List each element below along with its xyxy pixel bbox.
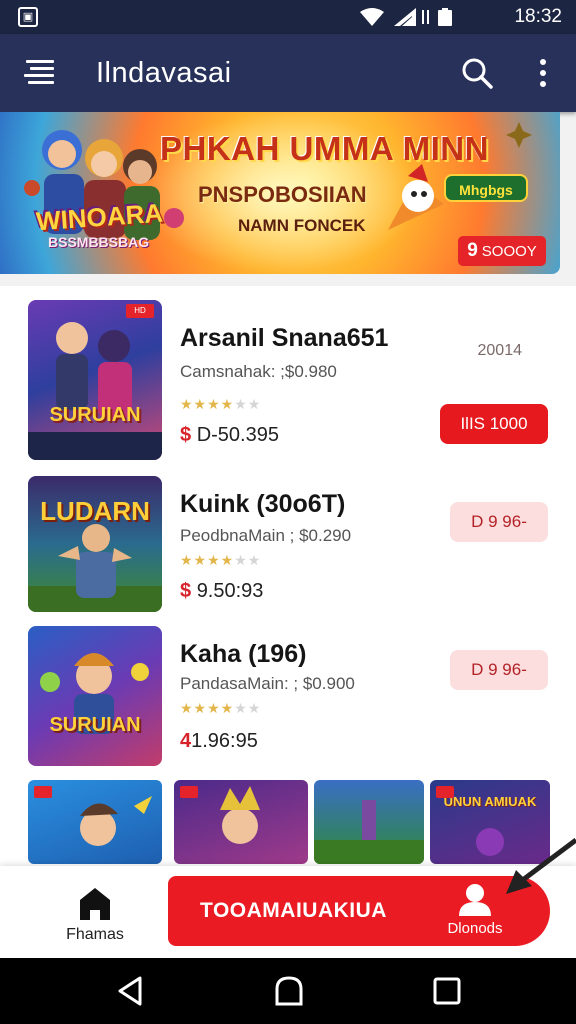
- mascot-art: [388, 164, 444, 230]
- banner-headline: PHKAH UMMA MINN: [160, 130, 489, 167]
- rating-stars: ★★★★★★: [180, 700, 262, 716]
- battery-icon: [438, 8, 452, 26]
- account-label: Dlonods: [447, 920, 503, 937]
- cta-label: TOOAMAIUAKIUA: [200, 899, 387, 922]
- game-price: 41.96:95: [180, 730, 258, 753]
- game-thumbnail[interactable]: HD SURUIAN: [28, 300, 162, 460]
- thumbnail-title: SURUIAN: [49, 404, 141, 426]
- banner-subheadline: PNSPOBOSIIAN: [198, 182, 367, 207]
- list-item[interactable]: HD SURUIAN Arsanil Snana651 Camsnahak: ;…: [28, 300, 548, 460]
- price-value: D-50.395: [196, 424, 279, 446]
- banner-price-text: SOOOY: [481, 243, 537, 260]
- bottom-nav: Fhamas TOOAMAIUAKIUA Dlonods: [0, 866, 576, 958]
- overflow-menu-icon[interactable]: [532, 56, 554, 90]
- promo-banner[interactable]: WINOARA BSSMBBSBAG PHKAH UMMA MINN PNSPO…: [0, 112, 560, 274]
- release-date: 20014: [477, 342, 523, 359]
- game-subtitle: PandasaMain: ; $0.900: [180, 674, 355, 693]
- tile-tag: [436, 786, 454, 798]
- game-subtitle: PeodbnaMain ; $0.290: [180, 526, 352, 545]
- search-icon[interactable]: [460, 56, 494, 90]
- banner-price-symbol: 9: [467, 240, 478, 261]
- gallery-tile[interactable]: [314, 780, 424, 864]
- recents-icon[interactable]: [430, 974, 464, 1008]
- gallery-tile[interactable]: [174, 780, 308, 864]
- game-name: Kaha (196): [180, 640, 307, 668]
- currency-symbol: $: [180, 580, 192, 602]
- tile-art: [314, 800, 424, 864]
- thumbnail-art: [40, 653, 149, 734]
- game-subtitle: Camsnahak: ;$0.980: [180, 362, 337, 381]
- wifi-icon: [360, 8, 384, 26]
- app-title: Ilndavasai: [96, 57, 232, 89]
- tile-tag: [34, 786, 52, 798]
- menu-icon[interactable]: [22, 56, 58, 88]
- account-icon: [459, 884, 491, 916]
- clock: 18:32: [514, 6, 562, 27]
- game-thumbnail[interactable]: SURUIAN: [28, 626, 162, 766]
- list-item[interactable]: SURUIAN Kaha (196) PandasaMain: ; $0.900…: [28, 626, 548, 766]
- home-icon: [80, 888, 110, 920]
- currency-symbol: 4: [180, 730, 192, 752]
- game-thumbnail[interactable]: LUDARN: [28, 476, 162, 612]
- game-price: $ 9.50:93: [180, 580, 263, 603]
- data-arrows-icon: [422, 10, 429, 24]
- primary-cta-button[interactable]: TOOAMAIUAKIUA Dlonods: [168, 876, 550, 946]
- price-value: 1.96:95: [191, 730, 258, 752]
- home-label: Fhamas: [66, 926, 124, 943]
- list-item[interactable]: LUDARN Kuink (30o6T) PeodbnaMain ; $0.29…: [28, 476, 548, 612]
- back-icon[interactable]: [114, 974, 148, 1008]
- system-nav-bar: [0, 958, 576, 1024]
- app-bar: Ilndavasai: [0, 34, 576, 112]
- game-price: $ D-50.395: [180, 424, 279, 447]
- sparkle-icon: [506, 122, 532, 148]
- game-logo-subtitle: BSSMBBSBAG: [48, 234, 150, 250]
- badge-logo: Mhgbgs: [444, 174, 528, 202]
- buy-button[interactable]: IlIS 1000: [440, 404, 548, 444]
- banner-price-chip[interactable]: 9 SOOOY: [458, 236, 546, 266]
- status-icons: [360, 8, 452, 26]
- currency-symbol: $: [180, 424, 192, 446]
- game-name: Kuink (30o6T): [180, 490, 346, 518]
- home-tab[interactable]: Fhamas: [50, 884, 140, 948]
- thumbnail-tag: HD: [126, 304, 154, 318]
- thumbnail-title: SURUIAN: [49, 714, 141, 736]
- thumbnail-art: [28, 322, 162, 460]
- home-button-icon[interactable]: [272, 974, 306, 1008]
- banner-tagline: NAMN FONCEK: [238, 216, 366, 235]
- game-gallery: UNUN AMIUAK: [28, 780, 550, 864]
- signal-icon: [394, 8, 416, 26]
- buy-button[interactable]: D 9 96-: [450, 650, 548, 690]
- game-name: Arsanil Snana651: [180, 324, 389, 352]
- buy-button[interactable]: D 9 96-: [450, 502, 548, 542]
- rating-stars: ★★★★★★: [180, 396, 262, 412]
- thumbnail-title: LUDARN: [40, 496, 150, 526]
- gallery-tile[interactable]: [28, 780, 162, 864]
- pointer-arrow-icon: [506, 838, 576, 894]
- status-bar: ▣ 18:32: [0, 0, 576, 34]
- notification-icon: ▣: [18, 7, 38, 27]
- rating-stars: ★★★★★★: [180, 552, 262, 568]
- tile-tag: [180, 786, 198, 798]
- price-value: 9.50:93: [196, 580, 264, 602]
